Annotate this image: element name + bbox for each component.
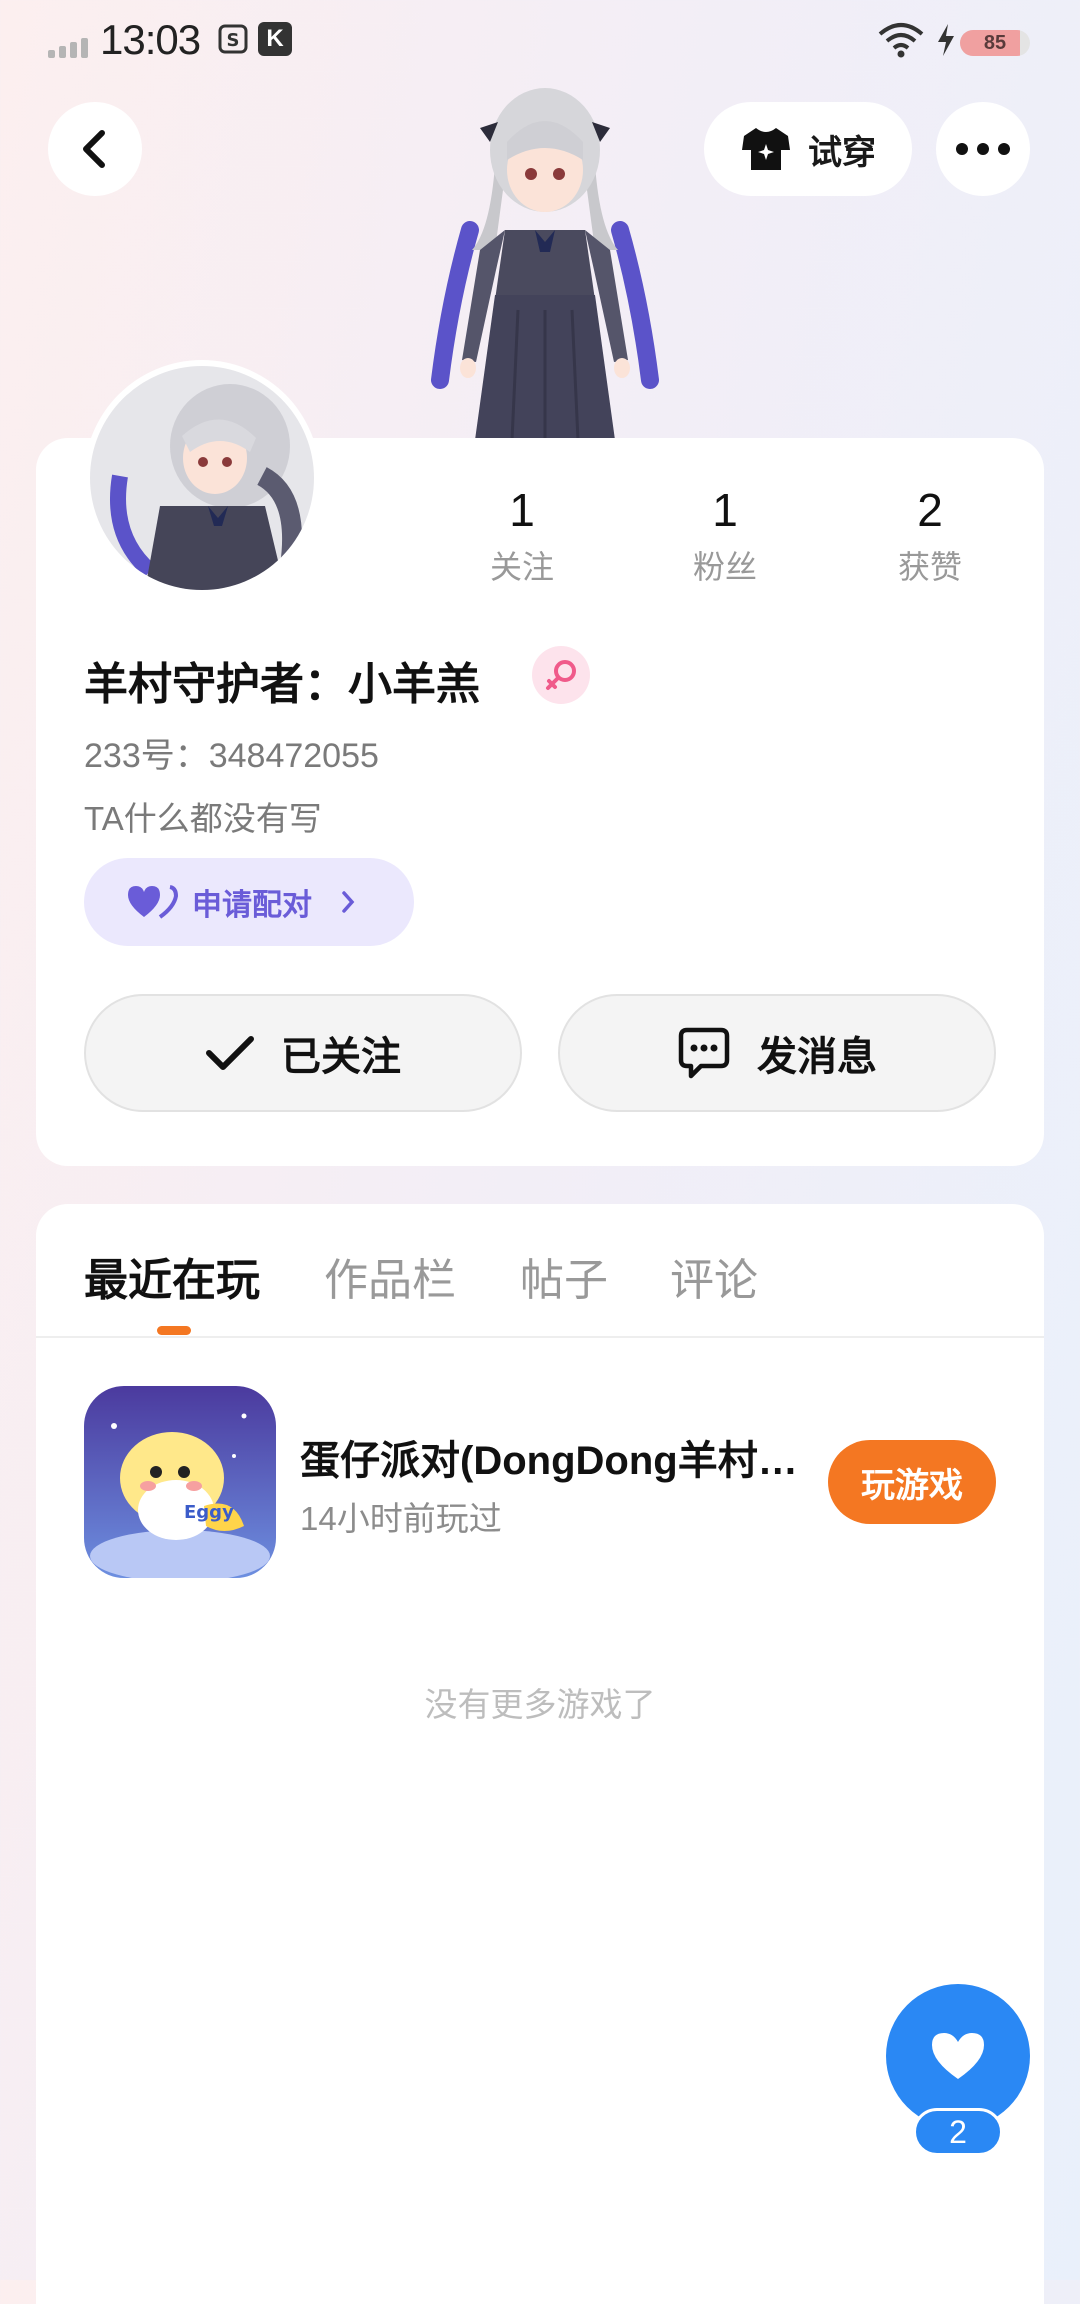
charging-icon: [935, 22, 957, 63]
avatar[interactable]: [84, 360, 320, 596]
k-app-icon: K: [258, 22, 292, 56]
heart-icon: [932, 2033, 984, 2079]
user-id: 233号：348472055: [84, 737, 379, 775]
stat-fans-label: 粉丝: [692, 549, 757, 585]
tab-recently-played[interactable]: 最近在玩: [84, 1244, 260, 1308]
send-message-button[interactable]: 发消息: [558, 994, 996, 1112]
back-button[interactable]: [48, 102, 142, 196]
heart-pair-icon: [128, 885, 178, 919]
svg-text:S: S: [227, 30, 240, 51]
battery-indicator: 85: [960, 30, 1030, 56]
chevron-left-icon: [83, 130, 105, 168]
signal-icon: [48, 34, 92, 58]
status-time: 13:03: [100, 16, 201, 63]
request-pair-button[interactable]: 申请配对: [84, 858, 414, 946]
stat-likes-count: 2: [917, 484, 943, 536]
game-last-played: 14小时前玩过: [300, 1500, 502, 1537]
stat-following-count: 1: [509, 484, 535, 536]
game-icon[interactable]: Eggy: [84, 1386, 276, 1578]
stat-following-label: 关注: [489, 549, 554, 585]
play-game-button[interactable]: 玩游戏: [828, 1440, 996, 1524]
tab-works[interactable]: 作品栏: [324, 1244, 456, 1308]
status-bar: 13:03 S K 85: [0, 0, 1080, 90]
tshirt-icon: [742, 128, 790, 170]
active-tab-indicator: [157, 1326, 191, 1335]
followed-label: 已关注: [281, 1035, 401, 1079]
more-dots-icon: [956, 143, 1010, 155]
tab-posts[interactable]: 帖子: [520, 1244, 608, 1308]
check-icon: [206, 1036, 254, 1070]
stat-likes-label: 获赞: [897, 549, 962, 585]
chevron-right-icon: [342, 891, 355, 913]
female-gender-icon: [532, 646, 590, 704]
followed-button[interactable]: 已关注: [84, 994, 522, 1112]
character-model-image[interactable]: [410, 80, 680, 441]
bio: TA什么都没有写: [84, 800, 322, 837]
nickname: 羊村守护者：小羊羔: [84, 660, 480, 709]
game-title[interactable]: 蛋仔派对(DongDong羊村守护者): [300, 1428, 800, 1486]
like-count: 2: [913, 2108, 1003, 2156]
stat-fans[interactable]: 1 粉丝: [645, 482, 805, 588]
try-on-label: 试穿: [808, 133, 876, 172]
like-button[interactable]: [886, 1984, 1030, 2128]
send-message-label: 发消息: [757, 1035, 877, 1079]
app-notification-icon: S: [216, 22, 250, 56]
tab-comments[interactable]: 评论: [670, 1244, 758, 1308]
svg-text:Eggy: Eggy: [184, 1502, 234, 1523]
more-button[interactable]: [936, 102, 1030, 196]
request-pair-label: 申请配对: [192, 889, 312, 922]
battery-level-text: 85: [983, 32, 1007, 54]
try-on-button[interactable]: 试穿: [704, 102, 912, 196]
content-card: [36, 1204, 1044, 2304]
wifi-icon: [876, 22, 926, 63]
no-more-games-text: 没有更多游戏了: [424, 1686, 656, 1723]
stat-fans-count: 1: [712, 484, 738, 536]
stat-likes[interactable]: 2 获赞: [850, 482, 1010, 588]
chat-bubble-icon: [678, 1027, 730, 1079]
stat-following[interactable]: 1 关注: [442, 482, 602, 588]
tab-divider: [36, 1336, 1044, 1338]
